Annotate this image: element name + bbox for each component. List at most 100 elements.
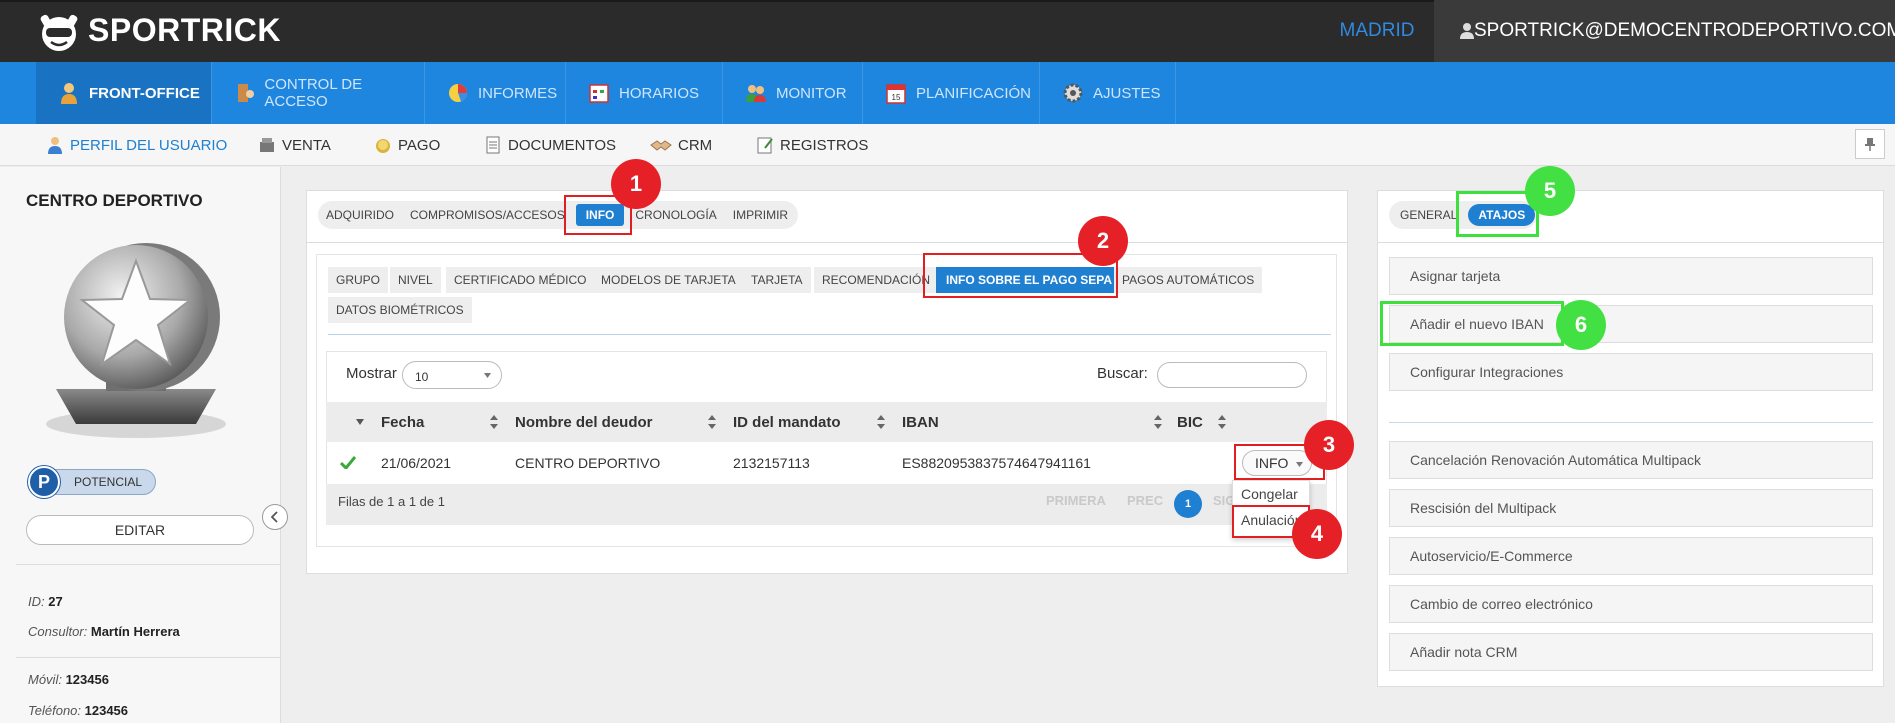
schedule-icon (588, 82, 610, 104)
shortcut-rescision-multipack[interactable]: Rescisión del Multipack (1389, 489, 1873, 527)
col-nombre-del-deudor[interactable]: Nombre del deudor (515, 402, 653, 442)
tab-certificado-medico[interactable]: CERTIFICADO MÉDICO (446, 267, 595, 293)
nav-horarios[interactable]: HORARIOS (566, 62, 723, 124)
subnav-crm[interactable]: CRM (650, 124, 712, 166)
monitor-people-icon (745, 82, 767, 104)
access-control-icon (234, 82, 255, 104)
nav-label: AJUSTES (1093, 84, 1161, 102)
nav-front-office[interactable]: FRONT-OFFICE (36, 62, 212, 124)
shortcut-cambio-correo[interactable]: Cambio de correo electrónico (1389, 585, 1873, 623)
sort-icon[interactable] (707, 415, 717, 429)
step-marker-2: 2 (1078, 216, 1128, 266)
col-bic[interactable]: BIC (1177, 402, 1203, 442)
nav-planificacion[interactable]: 15 PLANIFICACIÓN (863, 62, 1040, 124)
nav-ajustes[interactable]: AJUSTES (1040, 62, 1176, 124)
shortcut-anadir-nota-crm[interactable]: Añadir nota CRM (1389, 633, 1873, 671)
tab-datos-biometricos[interactable]: DATOS BIOMÉTRICOS (328, 297, 472, 323)
sub-navigation: PERFIL DEL USUARIO VENTA PAGO DOCUMENTOS… (0, 124, 1895, 166)
search-input[interactable] (1157, 362, 1307, 388)
subnav-pago[interactable]: PAGO (374, 124, 440, 166)
subnav-documentos[interactable]: DOCUMENTOS (484, 124, 616, 166)
tab-imprimir[interactable]: IMPRIMIR (725, 201, 796, 229)
user-account-menu[interactable]: SPORTRICK@DEMOCENTRODEPORTIVO.COM (1434, 0, 1895, 62)
nav-label: FRONT-OFFICE (89, 84, 200, 102)
col-iban[interactable]: IBAN (902, 402, 939, 442)
svg-text:15: 15 (892, 93, 901, 102)
sort-icon[interactable] (1153, 415, 1163, 429)
col-id-del-mandato[interactable]: ID del mandato (733, 402, 841, 442)
divider (16, 657, 281, 658)
profile-name: CENTRO DEPORTIVO (26, 191, 203, 210)
step-marker-6: 6 (1556, 300, 1606, 350)
edit-button[interactable]: EDITAR (26, 515, 254, 545)
shortcut-asignar-tarjeta[interactable]: Asignar tarjeta (1389, 257, 1873, 295)
highlight-box-6 (1380, 301, 1564, 346)
pagination-first[interactable]: PRIMERA (1046, 493, 1106, 508)
pagination-current[interactable]: 1 (1174, 490, 1202, 518)
tab-adquirido[interactable]: ADQUIRIDO (318, 201, 402, 229)
page-size-select[interactable]: 10 (402, 361, 502, 389)
tab-tarjeta[interactable]: TARJETA (743, 267, 811, 293)
subnav-label: PERFIL DEL USUARIO (70, 136, 228, 154)
shortcut-autoservicio-ecommerce[interactable]: Autoservicio/E-Commerce (1389, 537, 1873, 575)
row-count-text: Filas de 1 a 1 de 1 (338, 494, 445, 509)
handshake-icon (650, 136, 672, 154)
nav-monitor[interactable]: MONITOR (723, 62, 863, 124)
tab-pagos-automaticos[interactable]: PAGOS AUTOMÁTICOS (1114, 267, 1263, 293)
star-trophy-icon (46, 243, 226, 438)
subnav-label: DOCUMENTOS (508, 136, 617, 154)
menu-item-congelar[interactable]: Congelar (1241, 486, 1298, 502)
subnav-label: VENTA (282, 136, 331, 154)
tab-compromisos-accesos[interactable]: COMPROMISOS/ACCESOS (402, 201, 573, 229)
checkmark-icon (340, 456, 356, 469)
cell-iban: ES8820953837574647941161 (902, 455, 1091, 471)
status-badge: POTENCIAL (44, 469, 156, 495)
shortcut-configurar-integraciones[interactable]: Configurar Integraciones (1389, 353, 1873, 391)
main-navigation: FRONT-OFFICE CONTROL DE ACCESO INFORMES … (0, 62, 1895, 124)
pie-chart-icon (447, 82, 469, 104)
nav-control-de-acceso[interactable]: CONTROL DE ACCESO (212, 62, 425, 124)
nav-label: PLANIFICACIÓN (916, 84, 1032, 102)
tab-grupo[interactable]: GRUPO (328, 267, 389, 293)
subnav-label: CRM (678, 136, 713, 154)
tab-general[interactable]: GENERAL (1392, 201, 1465, 229)
user-icon (1460, 23, 1474, 39)
pin-button[interactable] (1855, 129, 1885, 159)
id-label: ID: (28, 594, 45, 609)
tab-modelos-de-tarjeta[interactable]: MODELOS DE TARJETA (593, 267, 744, 293)
subnav-perfil-del-usuario[interactable]: PERFIL DEL USUARIO (46, 124, 227, 166)
profile-panel: CENTRO DEPORTIVO P POTENCIAL EDITAR ID: … (0, 167, 288, 723)
nav-label: INFORMES (478, 84, 558, 102)
sort-icon[interactable] (876, 415, 886, 429)
sort-icon[interactable] (489, 415, 499, 429)
subnav-label: REGISTROS (780, 136, 869, 154)
chevron-left-icon (271, 511, 278, 523)
notepad-icon (756, 136, 774, 154)
pagination-prev[interactable]: PREC (1127, 493, 1163, 508)
city-selector[interactable]: MADRID (1320, 0, 1434, 62)
movil-value: 123456 (65, 672, 109, 687)
consultor-value: Martín Herrera (90, 624, 180, 639)
step-marker-5: 5 (1525, 166, 1575, 216)
subnav-venta[interactable]: VENTA (258, 124, 331, 166)
sort-desc-icon[interactable] (356, 419, 364, 425)
brand-name: SPORTRICK (88, 12, 281, 48)
subnav-registros[interactable]: REGISTROS (756, 124, 868, 166)
pin-icon (1865, 138, 1875, 151)
status-avatar: P (28, 466, 60, 498)
tab-recomendacion[interactable]: RECOMENDACIÓN (814, 267, 939, 293)
profile-id: ID: 27 (28, 594, 63, 609)
user-profile-icon (46, 136, 64, 154)
nav-label: CONTROL DE ACCESO (264, 76, 363, 110)
nav-informes[interactable]: INFORMES (425, 62, 566, 124)
nav-label: HORARIOS (619, 84, 700, 102)
divider (306, 242, 1348, 243)
tab-nivel[interactable]: NIVEL (390, 267, 441, 293)
cell-mandato: 2132157113 (733, 455, 810, 471)
shortcut-cancelacion-renovacion[interactable]: Cancelación Renovación Automática Multip… (1389, 441, 1873, 479)
collapse-panel-button[interactable] (262, 504, 288, 530)
sort-icon[interactable] (1217, 415, 1227, 429)
col-fecha[interactable]: Fecha (381, 402, 424, 442)
id-value: 27 (48, 594, 63, 609)
search-label: Buscar: (1097, 365, 1148, 382)
